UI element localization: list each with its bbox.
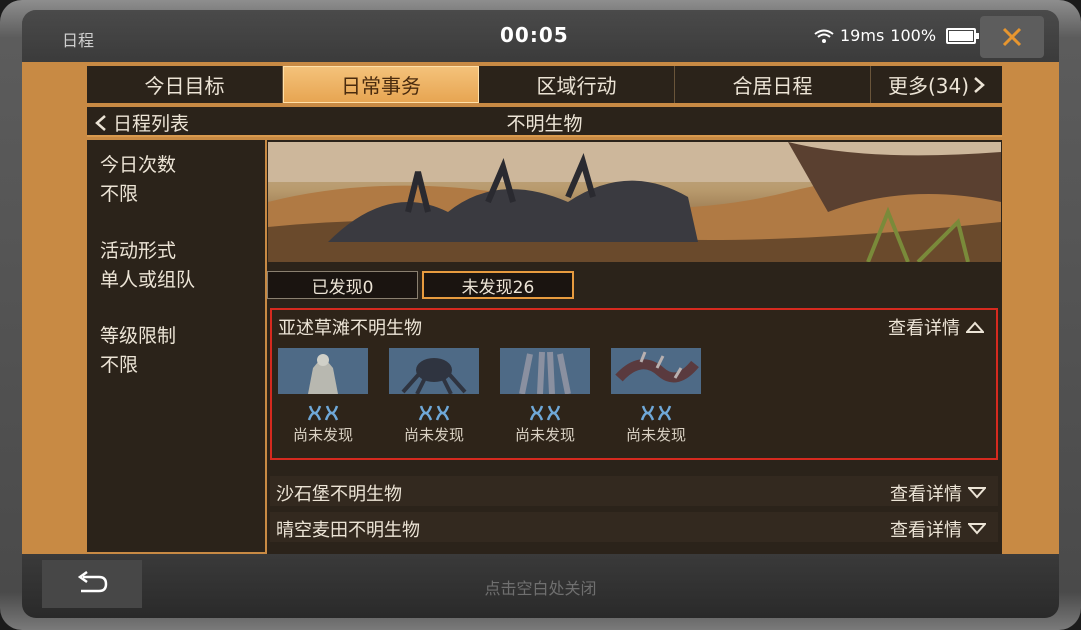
close-hint[interactable]: 点击空白处关闭 [22, 575, 1059, 599]
creature-status: 尚未发现 [292, 426, 353, 444]
battery-icon [946, 27, 980, 44]
level-limit-value: 不限 [100, 354, 139, 376]
close-button[interactable] [980, 16, 1044, 58]
chevron-down-icon [968, 523, 986, 535]
activity-info: 今日次数 不限 活动形式 单人或组队 等级限制 不限 [87, 140, 265, 552]
section-title: 亚述草滩不明生物 [278, 318, 422, 339]
bottom-bar: 点击空白处关闭 [22, 554, 1059, 618]
creature-status: 尚未发现 [514, 426, 575, 444]
latency-text: 19ms [840, 26, 885, 45]
tab-daily-affairs[interactable]: 日常事务 [283, 66, 479, 103]
view-details-button[interactable]: 查看详情 [890, 516, 986, 542]
tab-region-actions[interactable]: 区域行动 [479, 66, 675, 103]
level-limit-label: 等级限制 [100, 325, 177, 347]
section-title: 沙石堡不明生物 [276, 484, 402, 505]
filter-discovered-button[interactable]: 已发现0 [267, 271, 418, 299]
creature-status: 尚未发现 [403, 426, 464, 444]
activity-form-value: 单人或组队 [100, 269, 196, 291]
creature-list-panel: 已发现0 未发现26 亚述草滩不明生物 查看详情 尚未发现 尚未发现 尚未发现 … [267, 140, 1002, 554]
creature-section: 亚述草滩不明生物 查看详情 尚未发现 尚未发现 尚未发现 尚未发现 [270, 308, 998, 460]
banner-image [268, 142, 1001, 262]
daily-count-group: 今日次数 不限 [100, 150, 176, 206]
dna-icon [417, 404, 451, 422]
creature-grid: 尚未发现 尚未发现 尚未发现 尚未发现 [278, 348, 701, 445]
dna-icon [306, 404, 340, 422]
creature-card[interactable]: 尚未发现 [611, 348, 701, 445]
creature-section[interactable]: 沙石堡不明生物 查看详情 [270, 476, 998, 506]
creature-card[interactable]: 尚未发现 [389, 348, 479, 445]
wifi-icon [814, 29, 834, 43]
discovery-filter: 已发现0 未发现26 [267, 271, 574, 301]
creature-armored-icon [278, 348, 368, 394]
creature-serpent-icon [611, 348, 701, 394]
chevron-down-icon [968, 487, 986, 499]
breadcrumb: 日程列表 不明生物 [87, 107, 1002, 137]
tab-bar: 今日目标 日常事务 区域行动 合居日程 更多(34) [87, 66, 1002, 103]
creature-card[interactable]: 尚未发现 [500, 348, 590, 445]
view-details-button[interactable]: 查看详情 [890, 480, 986, 506]
activity-form-group: 活动形式 单人或组队 [100, 236, 195, 292]
creature-legs-icon [500, 348, 590, 394]
battery-text: 100% [890, 26, 937, 45]
clock: 00:05 [500, 23, 569, 47]
section-title: 晴空麦田不明生物 [276, 520, 420, 541]
creature-spider-icon [389, 348, 479, 394]
dna-icon [639, 404, 673, 422]
view-details-button[interactable]: 查看详情 [888, 314, 984, 340]
creature-section[interactable]: 晴空麦田不明生物 查看详情 [270, 512, 998, 542]
daily-count-value: 不限 [100, 183, 139, 205]
tab-today-goals[interactable]: 今日目标 [87, 66, 283, 103]
status-indicators: 19ms 100% [814, 26, 980, 45]
chevron-right-icon [974, 76, 985, 93]
status-bar: 日程 00:05 19ms 100% [22, 10, 1059, 62]
chevron-up-icon [966, 321, 984, 333]
close-icon [1002, 27, 1022, 47]
creature-status: 尚未发现 [625, 426, 686, 444]
page-title: 不明生物 [506, 113, 583, 135]
activity-form-label: 活动形式 [100, 240, 177, 262]
tab-cohabit-schedule[interactable]: 合居日程 [675, 66, 871, 103]
tab-more[interactable]: 更多(34) [871, 66, 1002, 103]
screen: 日程 00:05 19ms 100% 今日目标 日常事务 区域行动 合居日程 更… [22, 10, 1059, 618]
level-limit-group: 等级限制 不限 [100, 321, 176, 377]
creature-card[interactable]: 尚未发现 [278, 348, 368, 445]
app-name: 日程 [62, 31, 95, 50]
dna-icon [528, 404, 562, 422]
filter-undiscovered-button[interactable]: 未发现26 [422, 271, 574, 299]
daily-count-label: 今日次数 [100, 154, 177, 176]
schedule-panel: 今日目标 日常事务 区域行动 合居日程 更多(34) 日程列表 不明生物 今日次… [22, 62, 1059, 554]
